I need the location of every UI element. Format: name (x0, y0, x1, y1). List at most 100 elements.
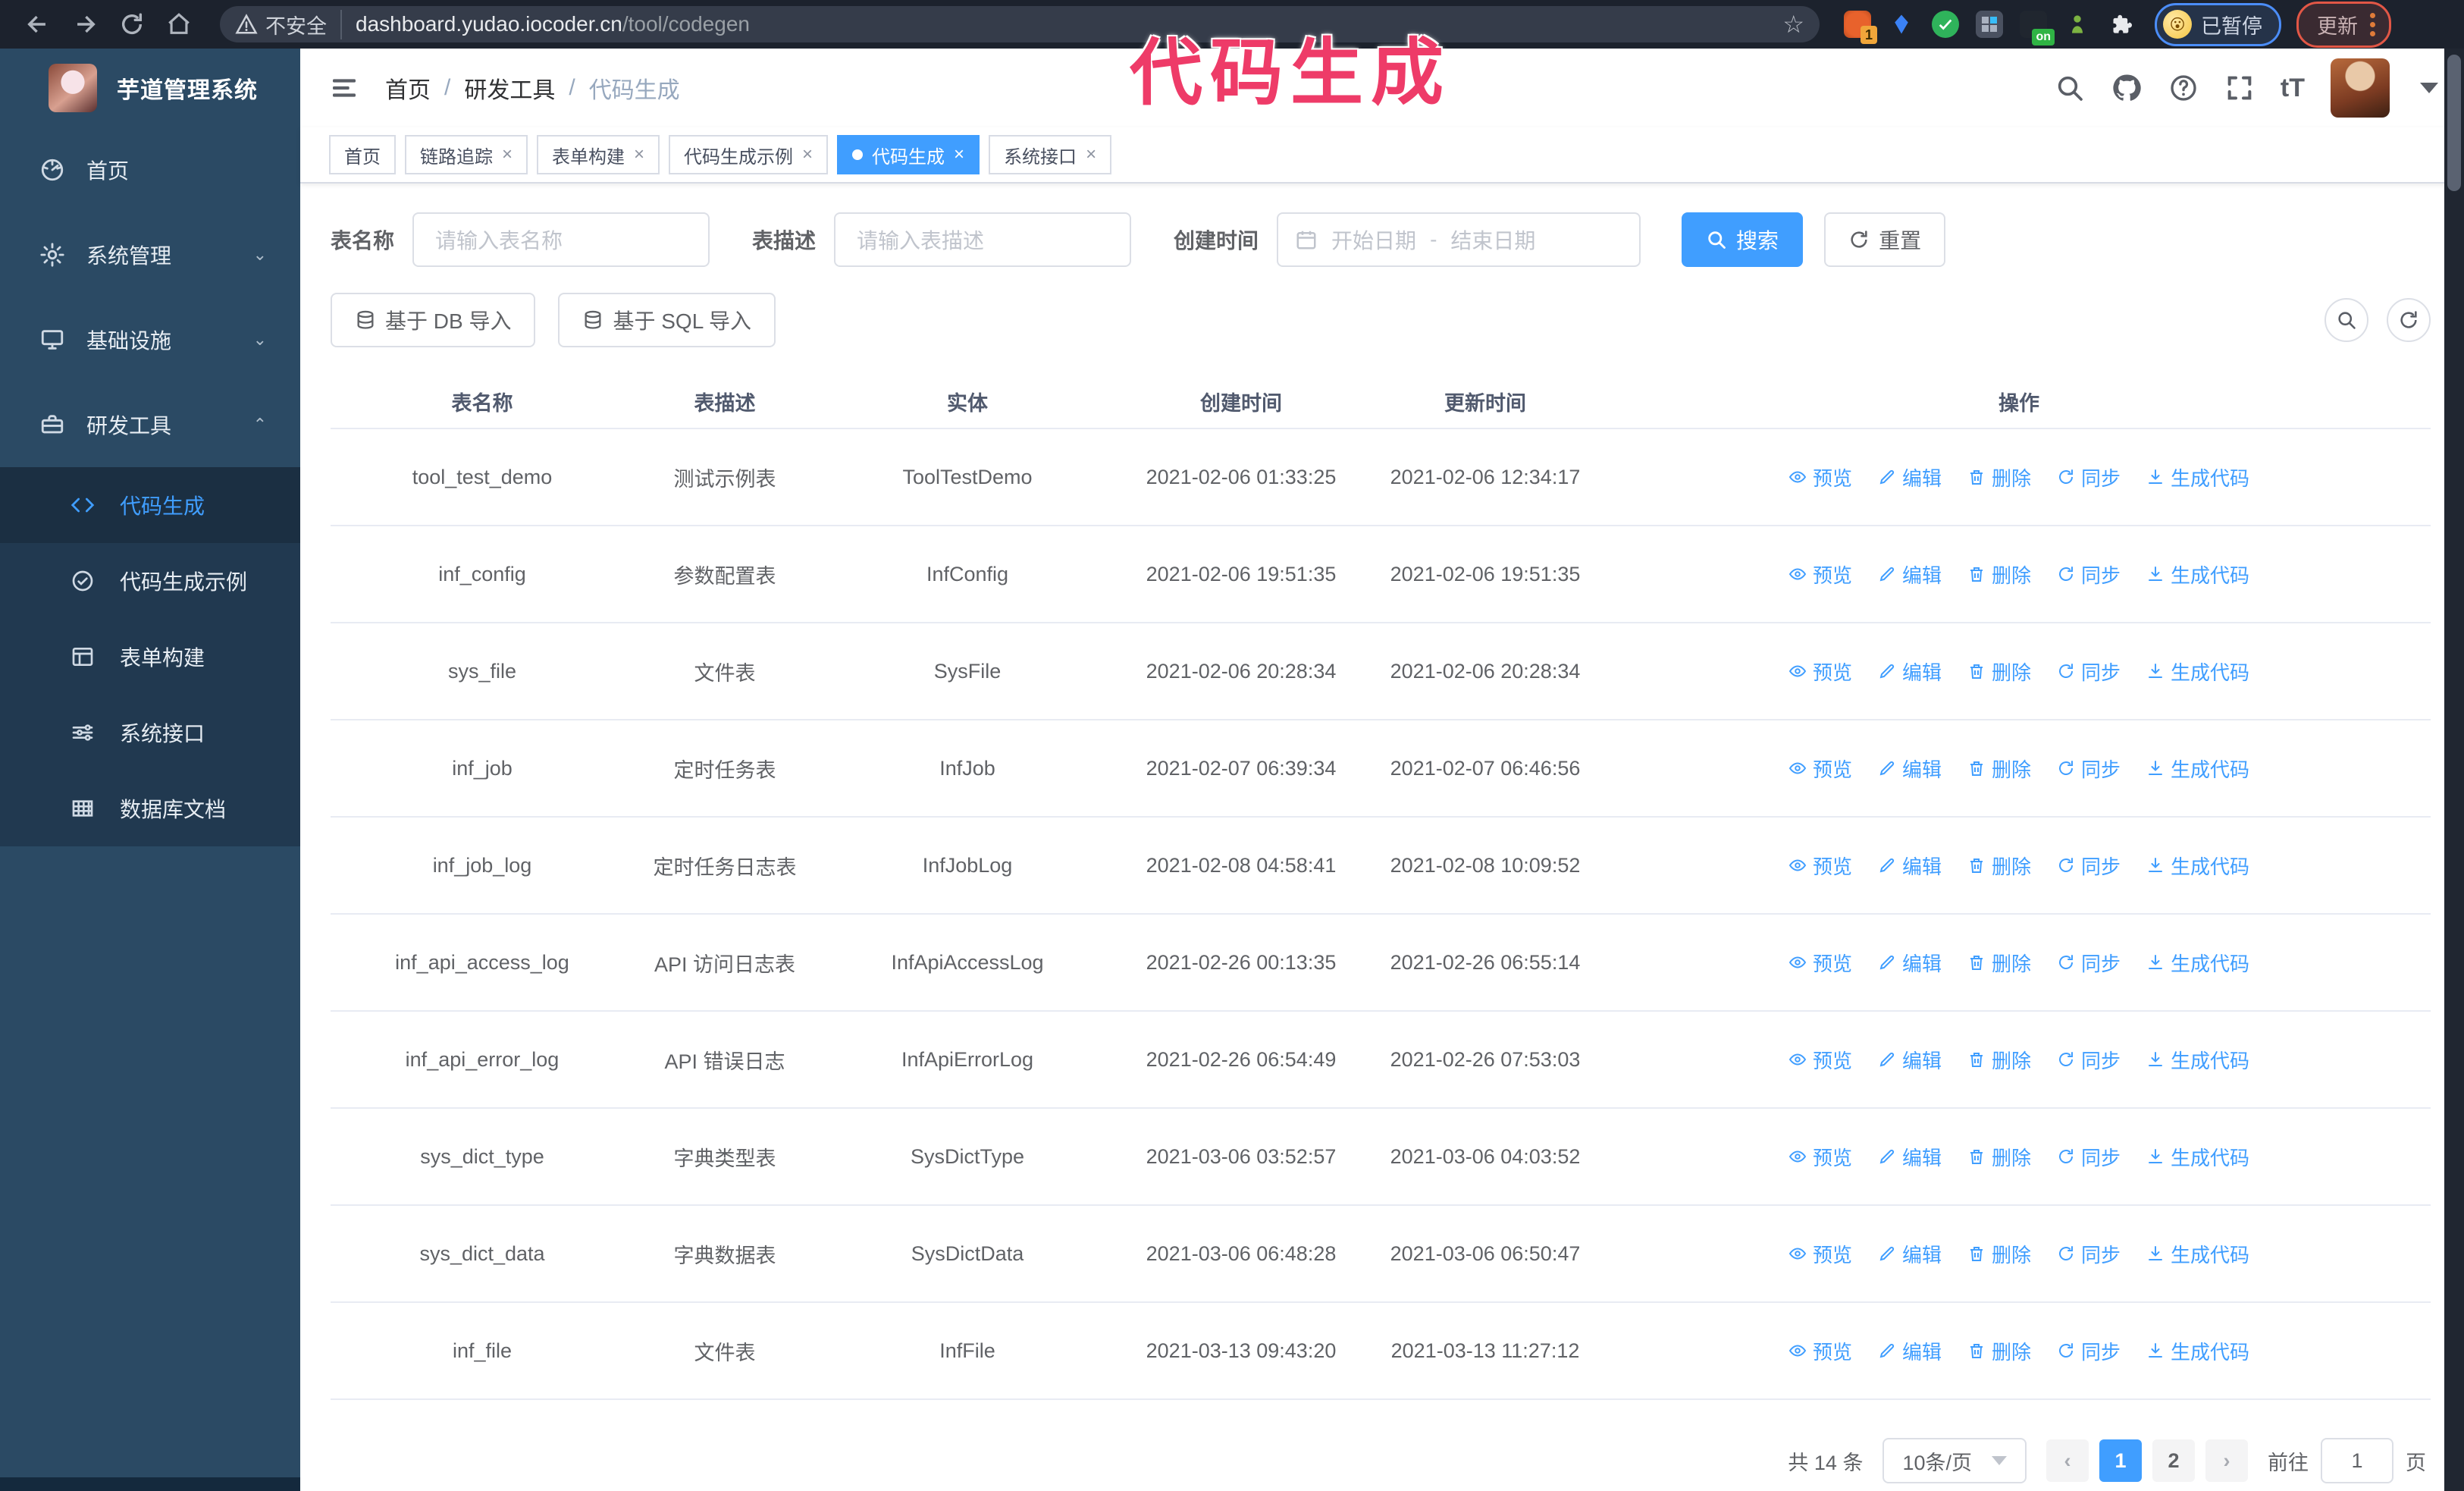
generate-code-link[interactable]: 生成代码 (2146, 560, 2249, 589)
delete-link[interactable]: 删除 (1967, 852, 2031, 880)
search-button[interactable]: 搜索 (1682, 212, 1804, 267)
reload-icon[interactable] (112, 5, 152, 44)
preview-link[interactable]: 预览 (1788, 1337, 1852, 1365)
sync-link[interactable]: 同步 (2057, 1046, 2121, 1074)
edit-link[interactable]: 编辑 (1878, 658, 1942, 686)
security-chip[interactable]: 不安全 (235, 9, 342, 39)
import-sql-button[interactable]: 基于 SQL 导入 (558, 293, 776, 347)
sync-link[interactable]: 同步 (2057, 949, 2121, 977)
sync-link[interactable]: 同步 (2057, 755, 2121, 783)
breadcrumb-devtools[interactable]: 研发工具 (464, 71, 555, 105)
delete-link[interactable]: 删除 (1967, 1046, 2031, 1074)
generate-code-link[interactable]: 生成代码 (2146, 658, 2249, 686)
close-icon[interactable]: × (954, 146, 964, 164)
edit-link[interactable]: 编辑 (1878, 463, 1942, 491)
preview-link[interactable]: 预览 (1788, 949, 1852, 977)
search-icon[interactable] (2055, 73, 2085, 103)
delete-link[interactable]: 删除 (1967, 949, 2031, 977)
reset-button[interactable]: 重置 (1824, 212, 1946, 267)
home-icon[interactable] (159, 5, 199, 44)
page-button-2[interactable]: 2 (2152, 1439, 2195, 1482)
sidebar-item-devtools[interactable]: 研发工具 ⌃ (0, 382, 300, 467)
fullscreen-icon[interactable] (2224, 73, 2255, 103)
delete-link[interactable]: 删除 (1967, 1240, 2031, 1268)
sync-link[interactable]: 同步 (2057, 1337, 2121, 1365)
preview-link[interactable]: 预览 (1788, 1046, 1852, 1074)
edit-link[interactable]: 编辑 (1878, 1240, 1942, 1268)
edit-link[interactable]: 编辑 (1878, 1143, 1942, 1171)
font-size-icon[interactable]: tT (2281, 74, 2305, 103)
sidebar-item-db-doc[interactable]: 数据库文档 (0, 771, 300, 846)
close-icon[interactable]: × (802, 146, 813, 164)
sidebar-item-codegen[interactable]: 代码生成 (0, 467, 300, 543)
refresh-table-button[interactable] (2387, 298, 2431, 342)
sidebar-item-infra[interactable]: 基础设施 ⌄ (0, 297, 300, 382)
generate-code-link[interactable]: 生成代码 (2146, 1143, 2249, 1171)
sync-link[interactable]: 同步 (2057, 1143, 2121, 1171)
hamburger-icon[interactable] (329, 73, 359, 103)
extension-icon-green-check[interactable] (1932, 11, 1959, 38)
tab-home[interactable]: 首页 (329, 135, 396, 174)
delete-link[interactable]: 删除 (1967, 1143, 2031, 1171)
close-icon[interactable]: × (634, 146, 644, 164)
generate-code-link[interactable]: 生成代码 (2146, 1240, 2249, 1268)
edit-link[interactable]: 编辑 (1878, 755, 1942, 783)
sync-link[interactable]: 同步 (2057, 1240, 2121, 1268)
browser-update-button[interactable]: 更新 (2296, 1, 2391, 48)
table-name-input[interactable]: 请输入表名称 (412, 212, 710, 267)
preview-link[interactable]: 预览 (1788, 1240, 1852, 1268)
delete-link[interactable]: 删除 (1967, 1337, 2031, 1365)
table-desc-input[interactable]: 请输入表描述 (834, 212, 1132, 267)
generate-code-link[interactable]: 生成代码 (2146, 852, 2249, 880)
browser-menu-icon[interactable] (2370, 12, 2375, 36)
app-logo-row[interactable]: 芋道管理系统 (0, 49, 300, 127)
preview-link[interactable]: 预览 (1788, 658, 1852, 686)
sidebar-item-system[interactable]: 系统管理 ⌄ (0, 212, 300, 297)
profile-paused-badge[interactable]: 😮 已暂停 (2155, 2, 2281, 46)
page-scrollbar[interactable] (2444, 49, 2464, 1491)
generate-code-link[interactable]: 生成代码 (2146, 755, 2249, 783)
extension-icon-orange[interactable]: 1 (1844, 11, 1877, 44)
address-bar[interactable]: 不安全 dashboard.yudao.iocoder.cn/tool/code… (220, 6, 1820, 42)
delete-link[interactable]: 删除 (1967, 658, 2031, 686)
preview-link[interactable]: 预览 (1788, 560, 1852, 589)
goto-page-input[interactable]: 1 (2321, 1438, 2393, 1483)
forward-icon[interactable] (65, 5, 105, 44)
user-avatar[interactable] (2331, 58, 2390, 118)
generate-code-link[interactable]: 生成代码 (2146, 1046, 2249, 1074)
generate-code-link[interactable]: 生成代码 (2146, 1337, 2249, 1365)
scrollbar-thumb[interactable] (2447, 55, 2461, 191)
tab-codegen-example[interactable]: 代码生成示例 × (669, 135, 829, 174)
sidebar-item-system-api[interactable]: 系统接口 (0, 695, 300, 771)
sidebar-item-form-builder[interactable]: 表单构建 (0, 619, 300, 695)
close-icon[interactable]: × (1086, 146, 1096, 164)
sync-link[interactable]: 同步 (2057, 560, 2121, 589)
edit-link[interactable]: 编辑 (1878, 560, 1942, 589)
breadcrumb-home[interactable]: 首页 (385, 71, 431, 105)
preview-link[interactable]: 预览 (1788, 755, 1852, 783)
date-range-picker[interactable]: 开始日期 - 结束日期 (1277, 212, 1641, 267)
bookmark-star-icon[interactable]: ☆ (1782, 10, 1804, 39)
import-db-button[interactable]: 基于 DB 导入 (331, 293, 536, 347)
tab-codegen[interactable]: 代码生成 × (837, 135, 980, 174)
next-page-button[interactable]: › (2205, 1439, 2248, 1482)
edit-link[interactable]: 编辑 (1878, 949, 1942, 977)
page-size-select[interactable]: 10条/页 (1882, 1438, 2027, 1483)
sidebar-item-codegen-example[interactable]: 代码生成示例 (0, 543, 300, 619)
extensions-puzzle-icon[interactable] (2108, 11, 2135, 38)
delete-link[interactable]: 删除 (1967, 560, 2031, 589)
toggle-search-button[interactable] (2324, 298, 2368, 342)
sync-link[interactable]: 同步 (2057, 658, 2121, 686)
extension-icon-figure[interactable] (2064, 11, 2091, 38)
tab-form-builder[interactable]: 表单构建 × (537, 135, 660, 174)
sidebar-item-home[interactable]: 首页 (0, 127, 300, 212)
close-icon[interactable]: × (502, 146, 513, 164)
help-icon[interactable] (2168, 73, 2199, 103)
url[interactable]: dashboard.yudao.iocoder.cn/tool/codegen (356, 12, 750, 36)
edit-link[interactable]: 编辑 (1878, 1337, 1942, 1365)
delete-link[interactable]: 删除 (1967, 755, 2031, 783)
sync-link[interactable]: 同步 (2057, 852, 2121, 880)
sync-link[interactable]: 同步 (2057, 463, 2121, 491)
tab-system-api[interactable]: 系统接口 × (989, 135, 1112, 174)
extension-icon-dark[interactable]: on (2020, 11, 2055, 46)
